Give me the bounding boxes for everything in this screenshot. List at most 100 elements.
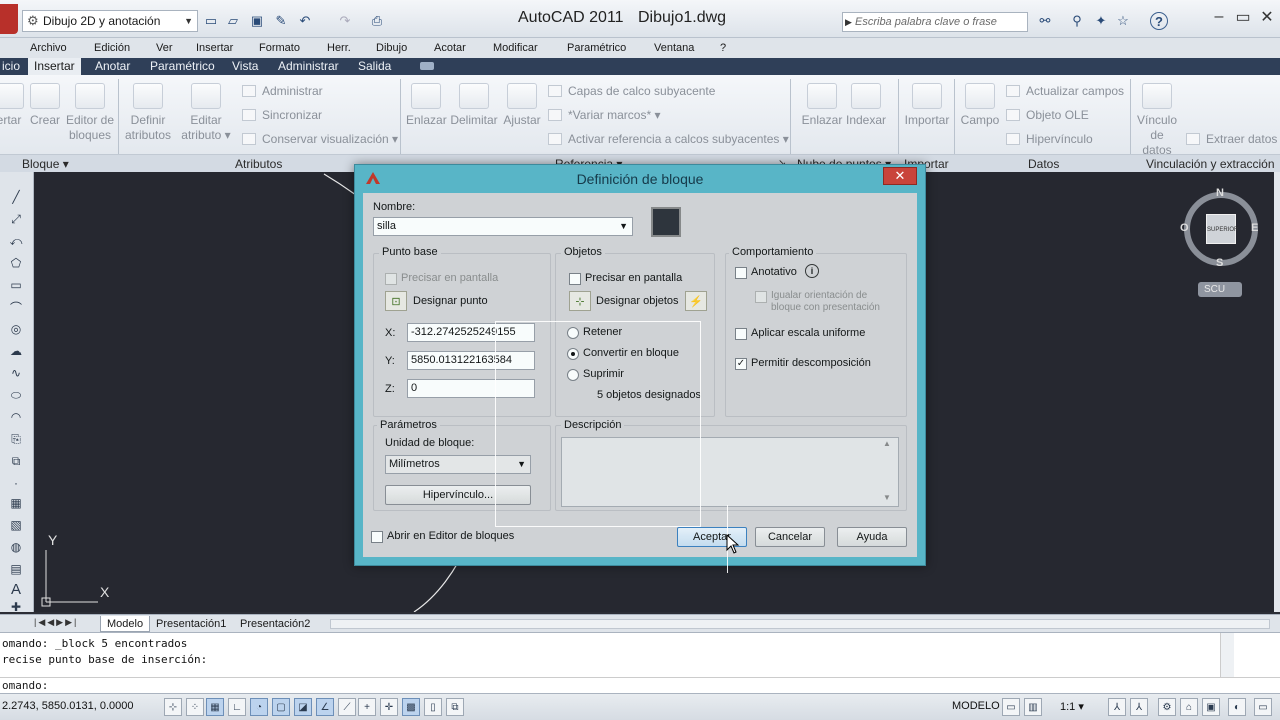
hardware-acceleration-icon[interactable]: ▣	[1202, 698, 1220, 716]
restore-icon[interactable]: ▭	[1232, 6, 1254, 28]
revcloud-icon[interactable]: ☁	[6, 342, 26, 360]
ellipse-arc-icon[interactable]: ◠	[6, 408, 26, 426]
data-link-button[interactable]: Vínculo de datos	[1134, 83, 1180, 158]
model-space-button[interactable]: MODELO	[952, 700, 1000, 712]
update-fields-button[interactable]: Actualizar campos	[1006, 82, 1124, 100]
scroll-down-icon[interactable]: ▼	[883, 493, 891, 502]
insert-block-icon[interactable]: ⎘	[6, 430, 26, 448]
circle-icon[interactable]: ◎	[6, 320, 26, 338]
menu-acotar[interactable]: Acotar	[434, 38, 466, 58]
menu-dibujo[interactable]: Dibujo	[376, 38, 407, 58]
dynamic-ucs-icon[interactable]: ⟋	[338, 698, 356, 716]
cancel-button[interactable]: Cancelar	[755, 527, 825, 547]
pointcloud-attach-button[interactable]: Enlazar	[800, 83, 844, 128]
lineweight-icon[interactable]: ✛	[380, 698, 398, 716]
menu-ventana[interactable]: Ventana	[654, 38, 694, 58]
compass-west[interactable]: O	[1180, 222, 1189, 234]
compass-east[interactable]: E	[1251, 222, 1258, 234]
command-scrollbar[interactable]	[1220, 633, 1234, 677]
select-objects-icon[interactable]: ⊹	[569, 291, 591, 311]
dialog-titlebar[interactable]: Definición de bloque	[355, 165, 925, 193]
menu-herr[interactable]: Herr.	[327, 38, 351, 58]
menu-ver[interactable]: Ver	[156, 38, 173, 58]
undo-icon[interactable]: ↶	[296, 12, 314, 30]
objects-specify-screen-checkbox[interactable]	[569, 273, 581, 285]
open-folder-icon[interactable]: ▱	[224, 12, 242, 30]
app-menu-button[interactable]	[0, 4, 18, 34]
ortho-mode-icon[interactable]: ∟	[228, 698, 246, 716]
grid-display-icon[interactable]: ▦	[206, 698, 224, 716]
tab-modelo[interactable]: Modelo	[100, 616, 151, 632]
command-input-row[interactable]: omando:	[0, 677, 1280, 693]
viewcube-top-face[interactable]: SUPERIOR	[1206, 214, 1238, 244]
adjust-button[interactable]: Ajustar	[502, 83, 542, 128]
search-input[interactable]: ▶ Escriba palabra clave o frase	[842, 12, 1028, 32]
workspace-select[interactable]: ⚙ Dibujo 2D y anotación ▼	[22, 10, 198, 32]
lock-icon[interactable]: ⌂	[1180, 698, 1198, 716]
tab-administrar[interactable]: Administrar	[272, 58, 345, 75]
line-icon[interactable]: ╱	[6, 188, 26, 206]
coordinates-readout[interactable]: 2.2743, 5850.0131, 0.0000	[2, 700, 134, 712]
arc-icon[interactable]: ⌒	[6, 298, 26, 316]
annotation-scale[interactable]: 1:1 ▾	[1060, 700, 1084, 713]
spline-icon[interactable]: ∿	[6, 364, 26, 382]
open-editor-checkbox[interactable]	[371, 531, 383, 543]
tab-anotar[interactable]: Anotar	[89, 58, 136, 75]
ucs-menu-button[interactable]: SCU	[1198, 282, 1242, 297]
extract-data-button[interactable]: Extraer datos	[1186, 130, 1277, 148]
auto-scale-icon[interactable]: ⅄	[1130, 698, 1148, 716]
object-snap-icon[interactable]: ▢	[272, 698, 290, 716]
save-as-icon[interactable]: ✎	[272, 12, 290, 30]
polyline-icon[interactable]: ⤺	[6, 232, 26, 250]
save-icon[interactable]: ▣	[248, 12, 266, 30]
match-orientation-checkbox[interactable]	[755, 291, 767, 303]
panel-label-bloque[interactable]: Bloque ▾	[22, 155, 69, 173]
quick-view-layouts-icon[interactable]: ▭	[1002, 698, 1020, 716]
tab-inicio[interactable]: icio	[0, 58, 26, 75]
workspace-switching-icon[interactable]: ⚙	[1158, 698, 1176, 716]
menu-parametrico[interactable]: Paramétrico	[567, 38, 626, 58]
block-editor-button[interactable]: Editor de bloques	[64, 83, 116, 143]
quick-select-icon[interactable]: ⚡	[685, 291, 707, 311]
import-button[interactable]: Importar	[902, 83, 952, 128]
menu-insertar[interactable]: Insertar	[196, 38, 233, 58]
vertical-scrollbar[interactable]	[1274, 172, 1280, 612]
tab-presentacion1[interactable]: Presentación1	[150, 616, 232, 632]
manage-attributes-button[interactable]: Administrar	[242, 82, 323, 100]
annotation-visibility-icon[interactable]: ⅄	[1108, 698, 1126, 716]
menu-modificar[interactable]: Modificar	[493, 38, 538, 58]
uniform-scale-checkbox[interactable]	[735, 328, 747, 340]
tab-navigation-icon[interactable]: |◀◀▶▶|	[34, 617, 78, 628]
tab-presentacion2[interactable]: Presentación2	[234, 616, 316, 632]
hatch-icon[interactable]: ▦	[6, 494, 26, 512]
underlay-layers-button[interactable]: Capas de calco subyacente	[548, 82, 715, 100]
dynamic-input-icon[interactable]: +	[358, 698, 376, 716]
command-prompt[interactable]: omando:	[2, 679, 48, 693]
selection-cycling-icon[interactable]: ⧉	[446, 698, 464, 716]
gradient-icon[interactable]: ▧	[6, 516, 26, 534]
print-icon[interactable]: ⎙	[368, 12, 386, 30]
annotative-checkbox[interactable]	[735, 267, 747, 279]
menu-edicion[interactable]: Edición	[94, 38, 130, 58]
insert-block-button[interactable]: ertar	[0, 83, 26, 128]
frames-vary-button[interactable]: *Variar marcos* ▾	[548, 106, 661, 124]
text-icon[interactable]: A	[6, 580, 26, 598]
define-attributes-button[interactable]: Definir atributos	[122, 83, 174, 143]
new-file-icon[interactable]: ▭	[202, 12, 220, 30]
menu-help[interactable]: ?	[720, 38, 726, 58]
clean-screen-icon[interactable]: ▭	[1254, 698, 1272, 716]
synchronize-button[interactable]: Sincronizar	[242, 106, 322, 124]
compass-south[interactable]: S	[1216, 257, 1223, 269]
region-icon[interactable]: ◍	[6, 538, 26, 556]
transparency-icon[interactable]: ▩	[402, 698, 420, 716]
quick-view-drawings-icon[interactable]: ▥	[1024, 698, 1042, 716]
help-button[interactable]: Ayuda	[837, 527, 907, 547]
allow-explode-checkbox[interactable]: ✓	[735, 358, 747, 370]
horizontal-scrollbar[interactable]	[330, 619, 1270, 629]
ellipse-icon[interactable]: ⬭	[6, 386, 26, 404]
pointcloud-index-button[interactable]: Indexar	[844, 83, 888, 128]
scroll-up-icon[interactable]: ▲	[883, 439, 891, 448]
retain-display-button[interactable]: Conservar visualización ▾	[242, 130, 398, 148]
isolate-objects-icon[interactable]: ◐	[1228, 698, 1246, 716]
edit-attribute-button[interactable]: Editar atributo ▾	[178, 83, 234, 143]
